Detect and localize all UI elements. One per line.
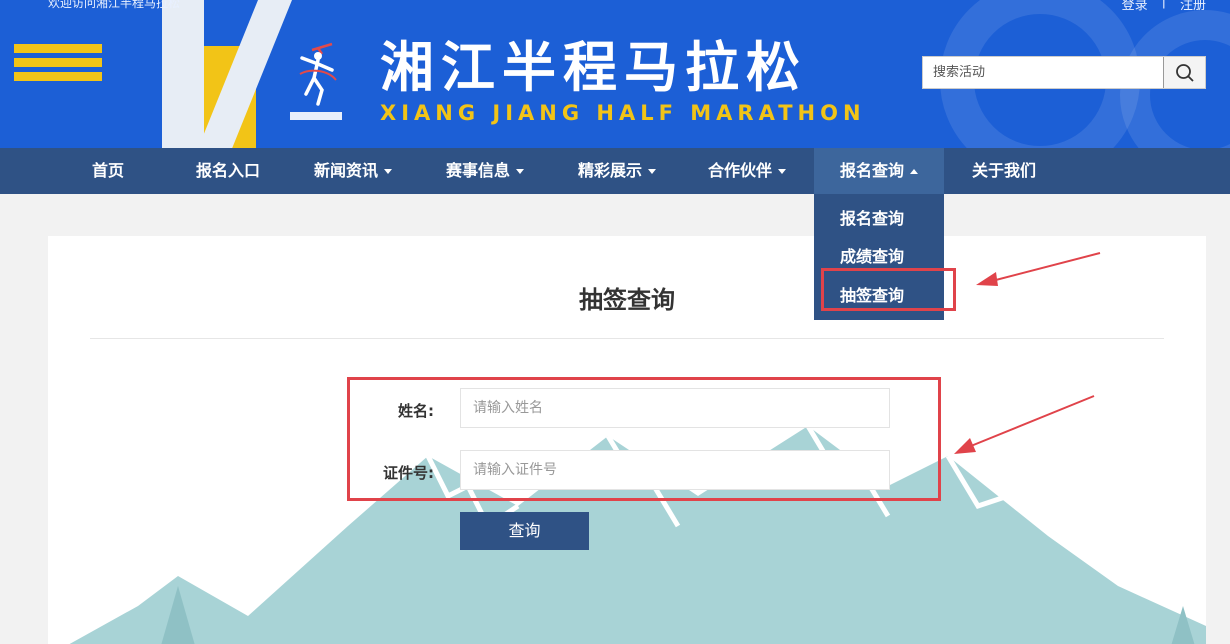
nav-label: 合作伙伴 (708, 161, 773, 180)
dropdown-item-registration-query[interactable]: 报名查询 (840, 205, 904, 229)
caret-up-icon (910, 169, 919, 174)
decor-stripe (14, 44, 102, 53)
highlight-box (821, 268, 956, 311)
nav-label: 精彩展示 (578, 161, 643, 180)
nav-item-registration[interactable]: 报名入口 (196, 148, 260, 194)
dropdown-item-results-query[interactable]: 成绩查询 (840, 243, 904, 267)
site-title-en: XIANG JIANG HALF MARATHON (380, 101, 866, 125)
runner-logo-icon[interactable] (288, 40, 344, 124)
nav-item-event-info[interactable]: 赛事信息 (446, 148, 525, 194)
decor-stripe (14, 58, 102, 67)
top-links: 登录 | 注册 (1122, 0, 1206, 13)
nav-item-partners[interactable]: 合作伙伴 (708, 148, 787, 194)
search-input[interactable] (923, 57, 1163, 88)
caret-down-icon (778, 169, 787, 174)
nav-item-gallery[interactable]: 精彩展示 (578, 148, 657, 194)
decor-block (162, 0, 204, 148)
caret-down-icon (516, 169, 525, 174)
arrow-icon (954, 395, 1095, 454)
welcome-text: 欢迎访问湘江半程马拉松 (48, 0, 181, 10)
arrow-icon (976, 252, 1101, 286)
nav-item-home[interactable]: 首页 (92, 148, 124, 194)
decor-stripe (14, 72, 102, 81)
search-bar (922, 56, 1206, 89)
main-nav: 首页 报名入口 新闻资讯 赛事信息 精彩展示 合作伙伴 报名查询 关于我们 (0, 148, 1230, 194)
divider (90, 338, 1164, 339)
search-icon (1175, 63, 1194, 82)
nav-label: 报名入口 (196, 161, 261, 180)
login-link[interactable]: 登录 (1122, 0, 1148, 13)
nav-label: 新闻资讯 (314, 161, 379, 180)
nav-label: 赛事信息 (446, 161, 511, 180)
highlight-box (347, 377, 941, 501)
nav-item-query[interactable]: 报名查询 (840, 148, 919, 194)
caret-down-icon (648, 169, 657, 174)
query-button[interactable]: 查询 (460, 512, 589, 550)
nav-label: 报名查询 (840, 161, 905, 180)
nav-item-news[interactable]: 新闻资讯 (314, 148, 393, 194)
site-header: 欢迎访问湘江半程马拉松 登录 | 注册 湘江半程马拉松 XIANG JIANG … (0, 0, 1230, 148)
nav-label: 关于我们 (972, 161, 1037, 180)
caret-down-icon (384, 169, 393, 174)
site-title-cn: 湘江半程马拉松 (380, 36, 807, 99)
nav-label: 首页 (92, 161, 125, 180)
link-separator: | (1161, 0, 1166, 9)
nav-item-about[interactable]: 关于我们 (972, 148, 1036, 194)
search-button[interactable] (1163, 57, 1205, 88)
register-link[interactable]: 注册 (1180, 0, 1206, 13)
